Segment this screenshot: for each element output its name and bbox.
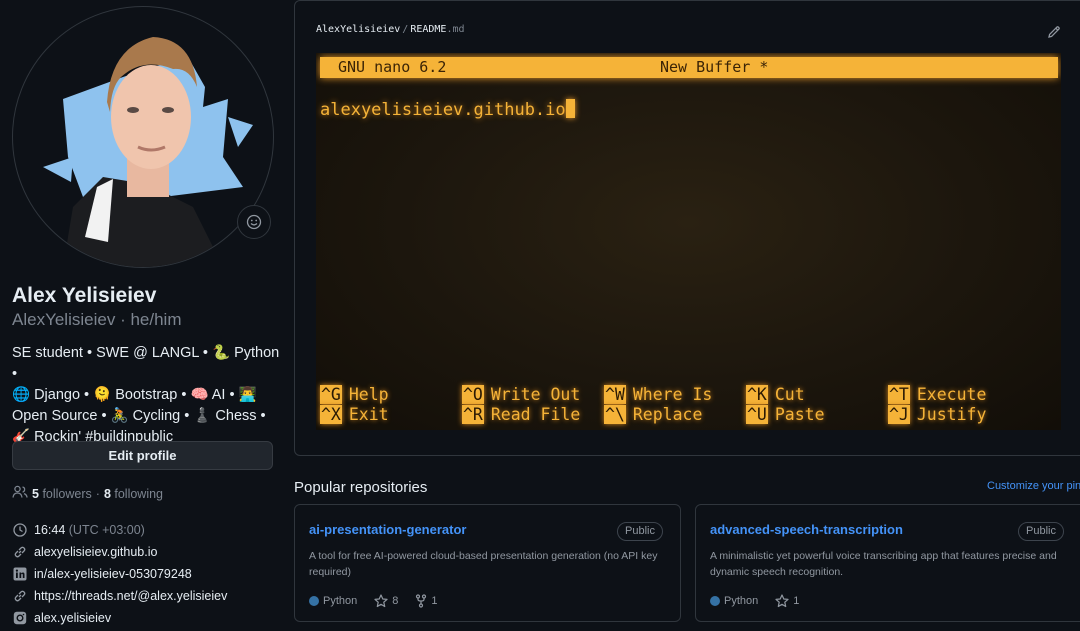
- profile-login: AlexYelisieiev: [12, 310, 116, 329]
- profile-name: Alex Yelisieiev: [12, 284, 157, 307]
- bio-line: SE student • SWE @ LANGL • 🐍 Python •: [12, 345, 280, 382]
- profile-bio: SE student • SWE @ LANGL • 🐍 Python • 🌐 …: [12, 343, 280, 448]
- following-link[interactable]: 8 following: [104, 487, 163, 501]
- instagram-link[interactable]: alex.yelisieiev: [34, 611, 111, 625]
- avatar[interactable]: [12, 6, 274, 268]
- repo-name-link[interactable]: ai-presentation-generator: [309, 522, 466, 537]
- nano-title-bar: GNU nano 6.2 New Buffer *: [320, 57, 1058, 78]
- stars-link[interactable]: 1: [775, 594, 799, 608]
- smiley-icon: [246, 214, 262, 230]
- breadcrumb-ext: .md: [446, 24, 465, 35]
- instagram-row[interactable]: alex.yelisieiev: [12, 607, 282, 629]
- pencil-icon: [1048, 26, 1060, 38]
- repo-card: advanced-speech-transcription Public A m…: [695, 504, 1080, 622]
- timezone: (UTC +03:00): [68, 523, 145, 537]
- visibility-badge: Public: [617, 522, 663, 541]
- repo-name-link[interactable]: advanced-speech-transcription: [710, 522, 903, 537]
- login-separator: ·: [120, 310, 126, 329]
- nano-shortcut: ^J Justify: [888, 405, 987, 424]
- avatar-image: [43, 37, 253, 267]
- profile-pronouns: he/him: [130, 310, 182, 329]
- breadcrumb-file: README: [410, 24, 447, 35]
- profile-details: 16:44 (UTC +03:00) alexyelisieiev.github…: [12, 519, 282, 629]
- edit-profile-button[interactable]: Edit profile: [12, 441, 273, 470]
- website-link[interactable]: alexyelisieiev.github.io: [34, 545, 157, 559]
- link-icon: [12, 544, 28, 560]
- customize-pins-link[interactable]: Customize your pins: [987, 480, 1080, 492]
- breadcrumb-owner[interactable]: AlexYelisieiev: [316, 24, 400, 35]
- bio-line: Open Source • 🚴 Cycling • ♟️ Chess •: [12, 408, 266, 424]
- nano-shortcut: ^X Exit: [320, 405, 389, 424]
- edit-readme-button[interactable]: [1047, 25, 1061, 42]
- follow-separator: ·: [95, 486, 100, 501]
- nano-shortcut: ^K Cut: [746, 385, 805, 404]
- set-status-button[interactable]: [237, 205, 271, 239]
- readme-panel: AlexYelisieiev / README.md GNU nano 6.2 Ne…: [294, 0, 1080, 456]
- star-icon: [775, 594, 789, 608]
- nano-terminal-image: GNU nano 6.2 New Buffer * alexyelisieiev…: [316, 53, 1061, 430]
- people-icon: [12, 485, 28, 502]
- repo-meta: Python 1: [710, 594, 799, 608]
- repo-card: ai-presentation-generator Public A tool …: [294, 504, 681, 622]
- nano-shortcut: ^W Where Is: [604, 385, 713, 404]
- clock-icon: [12, 522, 28, 538]
- stars-link[interactable]: 8: [374, 594, 398, 608]
- linkedin-icon: [12, 566, 28, 582]
- repo-language: Python: [323, 595, 358, 607]
- follow-stats: 5 followers · 8 following: [12, 485, 163, 502]
- website-row[interactable]: alexyelisieiev.github.io: [12, 541, 282, 563]
- threads-row[interactable]: https://threads.net/@alex.yelisieiev: [12, 585, 282, 607]
- threads-link[interactable]: https://threads.net/@alex.yelisieiev: [34, 589, 227, 603]
- nano-buffer-name: New Buffer *: [660, 58, 769, 76]
- breadcrumb: AlexYelisieiev / README.md: [316, 24, 465, 35]
- local-time: 16:44: [34, 523, 66, 537]
- nano-version: GNU nano 6.2: [338, 58, 447, 76]
- text-cursor: [565, 99, 575, 118]
- nano-shortcut: ^\ Replace: [604, 405, 703, 424]
- language-color-dot: [309, 596, 319, 606]
- link-icon: [12, 588, 28, 604]
- linkedin-row[interactable]: in/alex-yelisieiev-053079248: [12, 563, 282, 585]
- local-time-row: 16:44 (UTC +03:00): [12, 519, 282, 541]
- profile-sidebar: Alex Yelisieiev AlexYelisieiev · he/him …: [0, 0, 285, 631]
- star-icon: [374, 594, 388, 608]
- popular-repos-heading: Popular repositories: [294, 479, 428, 496]
- nano-shortcut: ^G Help: [320, 385, 389, 404]
- nano-shortcut: ^O Write Out: [462, 385, 581, 404]
- instagram-icon: [12, 610, 28, 626]
- nano-shortcut: ^R Read File: [462, 405, 581, 424]
- forks-link[interactable]: 1: [415, 594, 438, 608]
- nano-content-text: alexyelisieiev.github.io: [320, 100, 566, 120]
- bio-line: 🌐 Django • 🫠 Bootstrap • 🧠 AI • 👨‍💻: [12, 387, 257, 403]
- repo-description: A minimalistic yet powerful voice transc…: [710, 550, 1057, 578]
- profile-login-line: AlexYelisieiev · he/him: [12, 310, 182, 330]
- fork-icon: [415, 594, 427, 608]
- linkedin-link[interactable]: in/alex-yelisieiev-053079248: [34, 567, 192, 581]
- visibility-badge: Public: [1018, 522, 1064, 541]
- followers-link[interactable]: 5 followers: [32, 487, 92, 501]
- nano-shortcut: ^T Execute: [888, 385, 987, 404]
- breadcrumb-separator: /: [402, 24, 409, 35]
- nano-content: alexyelisieiev.github.io: [320, 99, 575, 120]
- language-color-dot: [710, 596, 720, 606]
- repo-meta: Python 8 1: [309, 594, 438, 608]
- repo-description: A tool for free AI-powered cloud-based p…: [309, 550, 658, 578]
- repo-language: Python: [724, 595, 759, 607]
- nano-shortcut: ^U Paste: [746, 405, 825, 424]
